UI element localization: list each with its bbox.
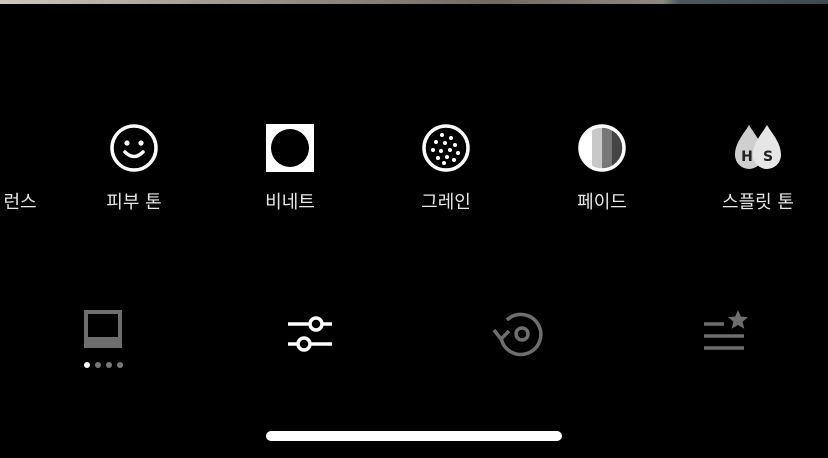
filters-tab[interactable] — [73, 308, 133, 368]
tool-label: 런스 — [3, 192, 37, 213]
fade-icon — [576, 122, 628, 174]
revert-history-icon — [492, 308, 548, 364]
tool-fade[interactable]: 페이드 — [542, 122, 662, 214]
filter-frame-icon — [82, 308, 124, 354]
tool-vignette[interactable]: 비네트 — [230, 122, 350, 214]
edit-tab[interactable] — [280, 308, 340, 368]
page-dot — [94, 362, 101, 368]
starred-list-icon — [698, 308, 754, 358]
partial-tool-icon — [0, 122, 46, 174]
tool-label: 페이드 — [577, 192, 627, 213]
smiley-face-icon — [108, 122, 160, 174]
split-tone-icon: H S — [732, 122, 784, 174]
split-tone-h-letter: H — [741, 149, 753, 165]
page-dot — [105, 362, 112, 368]
tool-skin-tone[interactable]: 피부 톤 — [74, 122, 194, 214]
tool-grain[interactable]: 그레인 — [386, 122, 506, 214]
page-dots — [83, 362, 123, 368]
grain-icon — [420, 122, 472, 174]
tool-white-balance[interactable]: 런스 — [0, 122, 80, 214]
split-tone-s-letter: S — [763, 149, 773, 165]
tool-label: 스플릿 톤 — [722, 192, 794, 213]
page-dot-active — [83, 362, 90, 368]
tool-label: 피부 톤 — [106, 192, 162, 213]
presets-tab[interactable] — [696, 308, 756, 368]
tool-label: 비네트 — [265, 192, 315, 213]
vignette-icon — [264, 122, 316, 174]
history-tab[interactable] — [490, 308, 550, 368]
tool-label: 그레인 — [421, 192, 471, 213]
page-dot — [116, 362, 123, 368]
sliders-icon — [280, 308, 340, 362]
photo-preview-edge — [0, 0, 828, 4]
home-indicator[interactable] — [266, 431, 562, 441]
tool-split-tone[interactable]: H S 스플릿 톤 — [698, 122, 818, 214]
